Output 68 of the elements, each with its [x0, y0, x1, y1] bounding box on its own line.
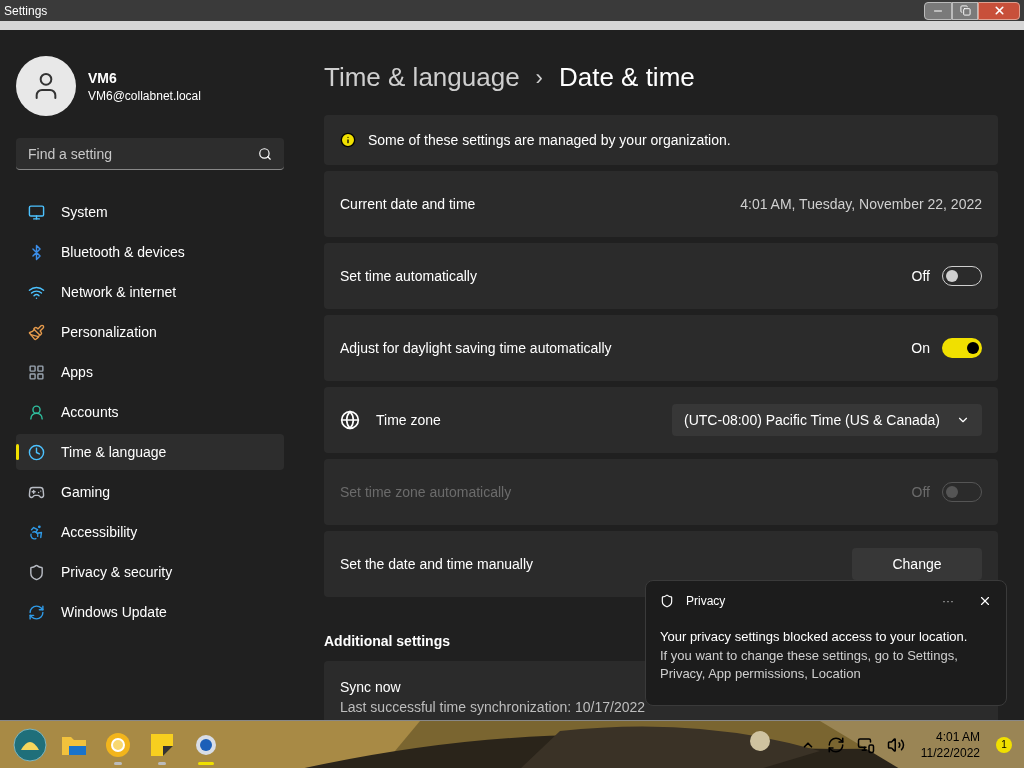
close-button[interactable]: [978, 1, 1020, 20]
clock-icon: [28, 443, 45, 461]
time-zone-dropdown[interactable]: (UTC-08:00) Pacific Time (US & Canada): [672, 404, 982, 436]
sidebar-item[interactable]: Accessibility: [16, 514, 284, 550]
refresh-icon: [28, 603, 45, 621]
sidebar-item[interactable]: System: [16, 194, 284, 230]
setting-label: Set time zone automatically: [340, 483, 512, 502]
minimize-button[interactable]: [924, 1, 952, 20]
toast-app-name: Privacy: [686, 593, 726, 609]
restore-icon: [959, 5, 971, 16]
sticky-note-icon: [150, 732, 174, 757]
close-icon: [992, 4, 1006, 17]
search-icon: [258, 147, 272, 161]
window-title: Settings: [3, 2, 48, 19]
sidebar-item[interactable]: Apps: [16, 354, 284, 390]
running-indicator: [114, 761, 122, 765]
person-icon: [28, 403, 45, 421]
toast-body: If you want to change these settings, go to Settings, Privacy, App permissions, Location: [660, 646, 959, 683]
info-icon: [340, 132, 356, 148]
profile-name: VM6: [88, 69, 118, 88]
toggle-state: On: [911, 339, 930, 358]
breadcrumb-separator: ›: [535, 64, 543, 92]
sidebar-item[interactable]: Bluetooth & devices: [16, 234, 284, 270]
sidebar-item[interactable]: Time & language: [16, 434, 284, 470]
restore-button[interactable]: [952, 1, 978, 20]
accessibility-icon: [28, 523, 45, 541]
setting-label: Current date and time: [340, 195, 476, 214]
more-button[interactable]: ···: [942, 593, 954, 609]
sidebar-item[interactable]: Accounts: [16, 394, 284, 430]
section-heading: Additional settings: [324, 632, 450, 651]
setting-label: Set the date and time manually: [340, 555, 533, 574]
monitor-icon: [28, 203, 45, 221]
volume-icon[interactable]: [886, 735, 905, 754]
sidebar-item[interactable]: Personalization: [16, 314, 284, 350]
running-indicator: [158, 761, 166, 765]
sidebar-item[interactable]: Gaming: [16, 474, 284, 510]
setting-value: 4:01 AM, Tuesday, November 22, 2022: [740, 195, 982, 214]
running-indicator: [198, 761, 214, 765]
ring-app-icon: [195, 733, 217, 756]
setting-label: Set time automatically: [340, 267, 477, 286]
breadcrumb-parent[interactable]: Time & language: [324, 58, 520, 97]
setting-label: Time zone: [376, 411, 441, 430]
shield-icon: [28, 563, 45, 581]
close-icon[interactable]: [978, 594, 992, 608]
sidebar-item[interactable]: Network & internet: [16, 274, 284, 310]
page-title: Date & time: [558, 61, 695, 94]
info-text: Some of these settings are managed by your organization.: [368, 131, 731, 150]
change-button[interactable]: Change: [852, 548, 982, 580]
search-field[interactable]: Find a setting: [16, 138, 284, 170]
setting-detail: Last successful time synchronization: 10/17/2022: [340, 698, 647, 717]
network-icon[interactable]: [856, 735, 875, 754]
shell-orb-icon: [13, 727, 47, 762]
circle-app-icon: [105, 731, 131, 758]
setting-label: Sync now: [340, 678, 402, 697]
sidebar-item[interactable]: Windows Update: [16, 594, 284, 630]
taskbar-clock[interactable]: 4:01 AM 11/22/2022: [916, 728, 984, 761]
sidebar-item[interactable]: Privacy & security: [16, 554, 284, 590]
profile-email: VM6@collabnet.local: [88, 88, 201, 104]
toggle-state: Off: [911, 267, 930, 286]
sync-icon[interactable]: [826, 735, 845, 754]
toast-title: Your privacy settings blocked access to your location.: [660, 628, 969, 646]
toggle-state: Off: [911, 483, 930, 502]
toggle-switch[interactable]: [942, 338, 982, 358]
apps-grid-icon: [28, 363, 45, 381]
clock-globe-icon: [340, 410, 360, 430]
shield-icon: [660, 594, 674, 608]
setting-label: Adjust for daylight saving time automatically: [340, 339, 612, 358]
paintbrush-icon: [28, 323, 45, 341]
